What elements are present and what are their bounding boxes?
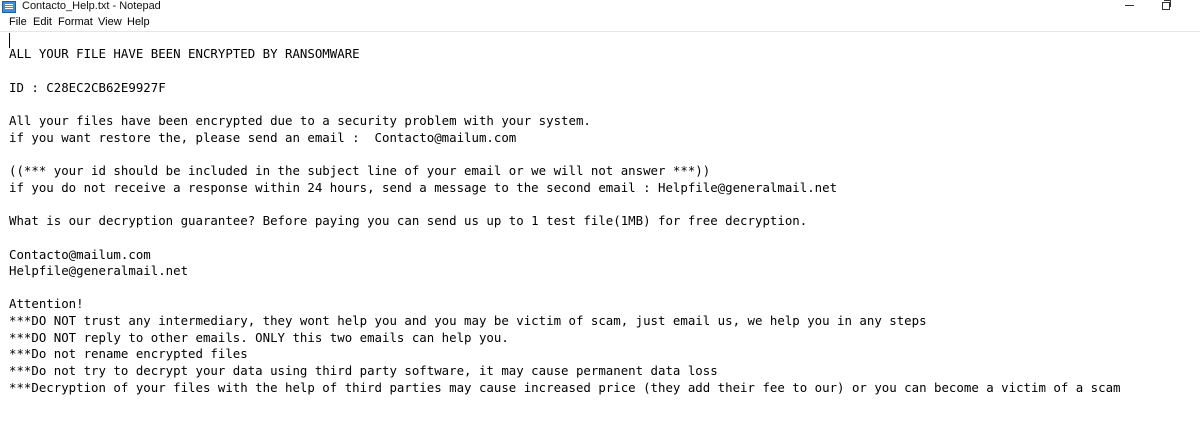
text-line: All your files have been encrypted due t… (9, 113, 591, 128)
menu-view[interactable]: View (98, 16, 122, 29)
menu-bar: File Edit Format View Help (0, 14, 1200, 32)
restore-icon (1162, 0, 1171, 10)
attention-heading: Attention! (9, 296, 84, 311)
minimize-button[interactable] (1115, 0, 1145, 14)
warning-line: ***Do not rename encrypted files (9, 346, 248, 361)
notepad-window: Contacto_Help.txt - Notepad File Edit Fo… (0, 0, 1200, 423)
menu-edit[interactable]: Edit (33, 16, 52, 29)
restore-button[interactable] (1152, 0, 1182, 14)
text-line: if you do not receive a response within … (9, 180, 838, 195)
warning-line: ***Do not try to decrypt your data using… (9, 363, 718, 378)
text-editor-area[interactable]: ALL YOUR FILE HAVE BEEN ENCRYPTED BY RAN… (0, 32, 1200, 423)
minimize-icon (1125, 5, 1134, 6)
warning-line: ***DO NOT trust any intermediary, they w… (9, 313, 927, 328)
email-line: Helpfile@generalmail.net (9, 263, 189, 278)
menu-format[interactable]: Format (58, 16, 93, 29)
ransom-headline: ALL YOUR FILE HAVE BEEN ENCRYPTED BY RAN… (9, 46, 360, 61)
text-line: if you want restore the, please send an … (9, 130, 517, 145)
notepad-icon (2, 1, 16, 13)
menu-help[interactable]: Help (127, 16, 150, 29)
window-title: Contacto_Help.txt - Notepad (22, 0, 161, 12)
title-bar[interactable]: Contacto_Help.txt - Notepad (0, 0, 1200, 14)
warning-line: ***DO NOT reply to other emails. ONLY th… (9, 330, 509, 345)
menu-file[interactable]: File (9, 16, 27, 29)
warning-line: ***Decryption of your files with the hel… (9, 380, 1121, 395)
text-line: ((*** your id should be included in the … (9, 163, 711, 178)
email-line: Contacto@mailum.com (9, 247, 151, 262)
text-line: What is our decryption guarantee? Before… (9, 213, 808, 228)
victim-id-line: ID : C28EC2CB62E9927F (9, 80, 166, 95)
